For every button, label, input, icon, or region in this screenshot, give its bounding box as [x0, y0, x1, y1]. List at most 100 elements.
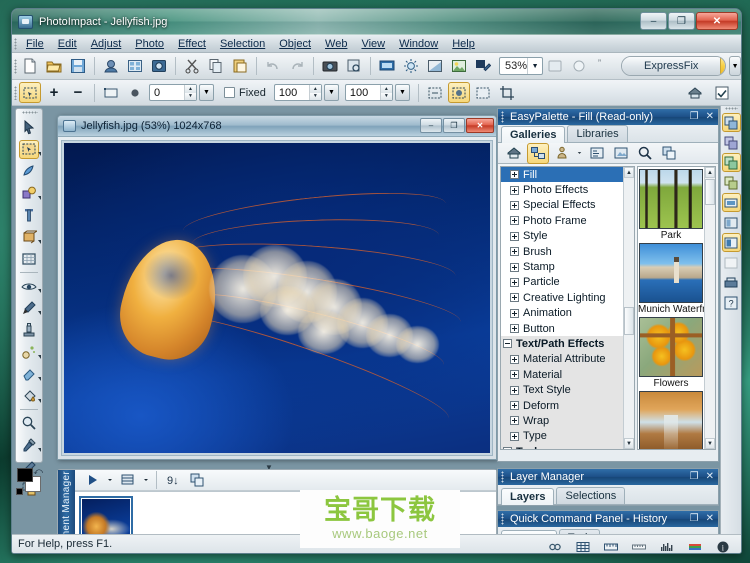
swap-colors-icon[interactable]: ⤺ [33, 466, 43, 477]
rectangle-shape-icon[interactable] [100, 82, 122, 103]
play-slideshow-icon[interactable] [81, 470, 103, 491]
color-bar-icon[interactable] [684, 536, 706, 554]
expand-icon[interactable] [510, 201, 519, 210]
spinner-up-icon[interactable]: ▲ [381, 85, 392, 93]
expand-icon[interactable] [510, 170, 519, 179]
clone-tool[interactable] [16, 319, 42, 341]
scroll-down-icon[interactable]: ▼ [705, 438, 715, 449]
color-panel-icon[interactable] [722, 193, 741, 212]
new-file-icon[interactable] [19, 56, 41, 77]
redo-icon[interactable] [286, 56, 308, 77]
tree-item-particle[interactable]: Particle [501, 275, 623, 290]
menu-adjust[interactable]: Adjust [84, 37, 129, 51]
fixed-width-field[interactable]: 100 ▲▼ [274, 84, 322, 101]
image-canvas-frame[interactable] [61, 140, 493, 456]
menu-effect[interactable]: Effect [171, 37, 213, 51]
tool-expand-arrow-icon[interactable] [38, 240, 41, 244]
select-all-icon[interactable] [424, 82, 446, 103]
scrollbar-thumb[interactable] [705, 179, 715, 205]
fulledit-button[interactable]: Full Edit [720, 57, 726, 75]
scroll-up-icon[interactable]: ▲ [624, 167, 634, 178]
spinner-up-icon[interactable]: ▲ [310, 85, 321, 93]
open-file-icon[interactable] [43, 56, 65, 77]
default-colors-icon[interactable] [16, 488, 23, 495]
checkmark-icon[interactable] [711, 82, 733, 103]
scroll-up-icon[interactable]: ▲ [705, 167, 715, 178]
fixed-height-dropdown-icon[interactable]: ▼ [395, 84, 410, 101]
help-panel-icon[interactable]: ? [722, 293, 741, 312]
standard-selection-tool[interactable] [16, 138, 42, 160]
particle-tool[interactable] [16, 341, 42, 363]
menu-object[interactable]: Object [272, 37, 318, 51]
invert-selection-icon[interactable] [448, 82, 470, 103]
list-view-icon[interactable] [117, 470, 139, 491]
foreground-color-swatch[interactable] [17, 468, 33, 482]
tree-item-wrap[interactable]: Wrap [501, 413, 623, 428]
expand-icon[interactable] [510, 247, 519, 256]
tree-group-tasks[interactable]: Tasks [501, 444, 623, 449]
tree-item-photo-effects[interactable]: Photo Effects [501, 182, 623, 197]
home-icon[interactable] [503, 143, 525, 164]
spinner-up-icon[interactable]: ▲ [185, 85, 196, 93]
tab-selections[interactable]: Selections [556, 487, 625, 504]
expand-icon[interactable] [510, 216, 519, 225]
text-tool[interactable] [16, 204, 42, 226]
tree-item-button[interactable]: Button [501, 321, 623, 336]
foreground-background-color[interactable]: ⤺ [15, 466, 43, 496]
fixed-height-field[interactable]: 100 ▲▼ [345, 84, 393, 101]
fixed-height-spinner[interactable]: ▲▼ [380, 85, 392, 100]
tab-galleries[interactable]: Galleries [501, 126, 565, 143]
tool-expand-arrow-icon[interactable] [38, 399, 41, 403]
path-drawing-tool[interactable] [16, 182, 42, 204]
tab-layers[interactable]: Layers [501, 488, 554, 505]
tool-expand-arrow-icon[interactable] [38, 152, 41, 156]
document-maximize-button[interactable]: ❐ [443, 118, 465, 133]
subtract-selection-button[interactable]: − [67, 82, 89, 103]
document-close-button[interactable]: ✕ [466, 118, 494, 133]
soft-edge-field[interactable]: 0 ▲▼ [149, 84, 197, 101]
menu-web[interactable]: Web [318, 37, 354, 51]
quick-command-panel-icon[interactable] [722, 153, 741, 172]
easypalette-maximize-button[interactable]: ❐ [690, 112, 699, 122]
edit-mode-switch[interactable]: ExpressFix Full Edit [621, 56, 726, 76]
quick-command-close-button[interactable]: ✕ [706, 514, 714, 524]
cut-icon[interactable] [181, 56, 203, 77]
tool-expand-arrow-icon[interactable] [38, 355, 41, 359]
person-icon[interactable] [551, 143, 573, 164]
list-dropdown-arrow-icon[interactable] [141, 470, 151, 491]
soft-edge-icon[interactable] [124, 82, 146, 103]
album-panel-icon[interactable] [722, 213, 741, 232]
add-gallery-icon[interactable] [610, 143, 632, 164]
capture-icon[interactable] [148, 56, 170, 77]
jellyfish-photo[interactable] [64, 143, 490, 453]
tree-item-brush[interactable]: Brush [501, 244, 623, 259]
sort-icon[interactable]: 9↓ [162, 470, 184, 491]
grid-icon[interactable] [572, 536, 594, 554]
duplicate-icon[interactable] [186, 470, 208, 491]
eraser-tool[interactable] [16, 363, 42, 385]
copy-gallery-icon[interactable] [658, 143, 680, 164]
album-icon[interactable] [124, 56, 146, 77]
expand-icon[interactable] [510, 263, 519, 272]
person-dropdown-arrow-icon[interactable] [575, 143, 584, 164]
expand-icon[interactable] [510, 186, 519, 195]
menu-help[interactable]: Help [445, 37, 482, 51]
print-panel-icon[interactable] [722, 273, 741, 292]
tool-expand-arrow-icon[interactable] [38, 311, 41, 315]
gradient-icon[interactable] [424, 56, 446, 77]
tool-expand-arrow-icon[interactable] [38, 289, 41, 293]
fit-window-icon[interactable] [544, 56, 566, 77]
copy-icon[interactable] [205, 56, 227, 77]
screen-icon[interactable] [376, 56, 398, 77]
brightness-icon[interactable] [400, 56, 422, 77]
soft-edge-dropdown-icon[interactable]: ▼ [199, 84, 214, 101]
fixed-size-checkbox[interactable]: Fixed [224, 87, 266, 99]
gallery-tree-icon[interactable] [527, 143, 549, 164]
minimize-button[interactable]: – [640, 12, 667, 30]
retouch-tool[interactable] [16, 275, 42, 297]
gallery-tree-scrollbar[interactable]: ▲ ▼ [623, 167, 634, 449]
layer-manager-icon[interactable] [722, 133, 741, 152]
gallery-scrollbar[interactable]: ▲ ▼ [704, 167, 715, 449]
quick-command-maximize-button[interactable]: ❐ [690, 514, 699, 524]
tree-item-deform[interactable]: Deform [501, 398, 623, 413]
